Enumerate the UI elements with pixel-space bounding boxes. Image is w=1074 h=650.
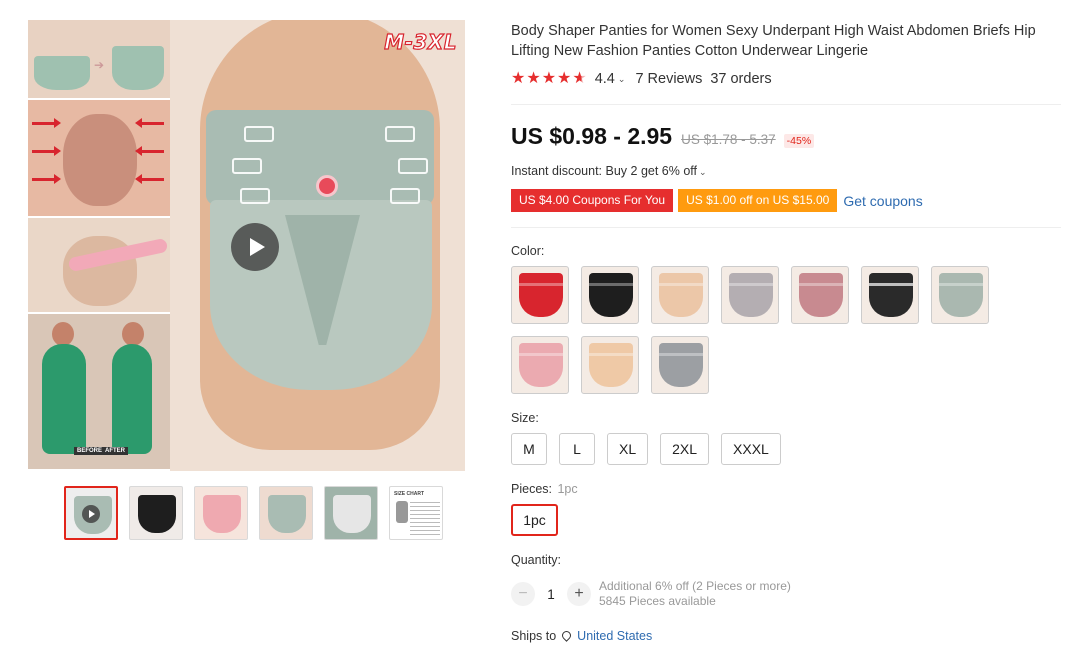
chevron-down-icon[interactable]: ⌄	[618, 74, 626, 85]
collage-panel-compare: ➔	[28, 20, 170, 100]
pieces-selected-value: 1pc	[557, 482, 578, 496]
half-star-icon: ★	[572, 70, 587, 87]
instant-discount-text: Instant discount: Buy 2 get 6% off	[511, 164, 697, 178]
thumbnail-video[interactable]	[64, 486, 118, 540]
collage-panel-before-after: BEFORE AFTER	[28, 314, 170, 471]
price-row: US $0.98 - 2.95 US $1.78 - 5.37 -45%	[511, 123, 815, 150]
swatch-slate[interactable]	[651, 336, 709, 394]
product-title: Body Shaper Panties for Women Sexy Under…	[511, 23, 1036, 59]
stock-available: 5845 Pieces available	[599, 594, 716, 608]
swatch-pink[interactable]	[511, 336, 569, 394]
ships-to-row: Ships to United States	[511, 629, 652, 643]
main-product-image[interactable]: ➔ BEFORE AFTER M-3XL	[28, 20, 465, 471]
orders-count: 37 orders	[710, 71, 772, 87]
play-icon	[82, 505, 100, 523]
swatch-mint[interactable]	[931, 266, 989, 324]
thumbnail-black[interactable]	[129, 486, 183, 540]
after-label: AFTER	[102, 447, 128, 455]
feature-collage: ➔ BEFORE AFTER	[28, 20, 170, 471]
swatch-black[interactable]	[581, 266, 639, 324]
rating-stars: ★ ★ ★ ★ ★	[511, 71, 587, 87]
rating-value[interactable]: 4.4	[595, 71, 615, 87]
star-icon: ★	[526, 70, 541, 87]
thumbnail-mint[interactable]	[259, 486, 313, 540]
quantity-plus-button[interactable]: +	[567, 582, 591, 606]
pieces-label-row: Pieces: 1pc	[511, 482, 578, 496]
quantity-minus-button[interactable]: −	[511, 582, 535, 606]
color-label: Color:	[511, 244, 545, 258]
star-icon: ★	[557, 70, 572, 87]
current-price: US $0.98 - 2.95	[511, 123, 673, 149]
quantity-input[interactable]: 1	[535, 587, 567, 602]
thumbnail-mint-2[interactable]	[324, 486, 378, 540]
discount-badge: -45%	[783, 134, 815, 148]
before-label: BEFORE	[74, 447, 106, 455]
size-chart-label: SIZE CHART	[394, 491, 424, 497]
instant-discount[interactable]: Instant discount: Buy 2 get 6% off ⌄	[511, 164, 717, 178]
original-price: US $1.78 - 5.37	[681, 132, 776, 147]
target-icon	[316, 175, 338, 197]
size-options: M L XL 2XL XXXL	[511, 433, 781, 465]
swatch-beige[interactable]	[651, 266, 709, 324]
play-video-button[interactable]	[231, 223, 279, 271]
reviews-link[interactable]: 7 Reviews	[635, 71, 702, 87]
swatch-skin[interactable]	[581, 336, 639, 394]
size-option-xl[interactable]: XL	[607, 433, 649, 465]
bulk-discount-note: Additional 6% off (2 Pieces or more)	[599, 579, 791, 593]
location-pin-icon	[562, 631, 571, 642]
swatch-rose[interactable]	[791, 266, 849, 324]
thumbnail-size-chart[interactable]: SIZE CHART	[389, 486, 443, 540]
coupon-1-off[interactable]: US $1.00 off on US $15.00	[678, 189, 838, 212]
swatch-gray[interactable]	[721, 266, 779, 324]
get-coupons-link[interactable]: Get coupons	[843, 193, 922, 209]
pieces-label: Pieces:	[511, 482, 552, 496]
size-option-m[interactable]: M	[511, 433, 547, 465]
size-option-l[interactable]: L	[559, 433, 595, 465]
swatch-black-stripe[interactable]	[861, 266, 919, 324]
quantity-info: Additional 6% off (2 Pieces or more) 584…	[599, 579, 791, 609]
ships-to-country[interactable]: United States	[577, 629, 652, 643]
coupon-row: US $4.00 Coupons For You US $1.00 off on…	[511, 189, 923, 212]
size-option-xxxl[interactable]: XXXL	[721, 433, 781, 465]
thumbnail-pink[interactable]	[194, 486, 248, 540]
star-icon: ★	[511, 70, 526, 87]
size-option-2xl[interactable]: 2XL	[660, 433, 710, 465]
ships-to-label: Ships to	[511, 629, 557, 643]
pieces-option-1pc[interactable]: 1pc	[511, 504, 558, 536]
model-photo: M-3XL	[170, 20, 465, 471]
divider	[511, 104, 1061, 105]
star-icon: ★	[541, 70, 557, 87]
collage-panel-waist	[28, 218, 170, 314]
swatch-red[interactable]	[511, 266, 569, 324]
size-label: Size:	[511, 411, 539, 425]
quantity-stepper: − 1 + Additional 6% off (2 Pieces or mor…	[511, 579, 791, 609]
size-range-badge: M-3XL	[384, 29, 457, 54]
divider	[511, 227, 1061, 228]
thumbnail-strip: SIZE CHART	[64, 486, 443, 540]
rating-row: ★ ★ ★ ★ ★ 4.4 ⌄ 7 Reviews 37 orders	[511, 71, 772, 88]
coupon-4-off[interactable]: US $4.00 Coupons For You	[511, 189, 674, 212]
quantity-label: Quantity:	[511, 553, 562, 567]
collage-panel-abs	[28, 100, 170, 218]
chevron-down-icon: ⌄	[699, 167, 707, 177]
